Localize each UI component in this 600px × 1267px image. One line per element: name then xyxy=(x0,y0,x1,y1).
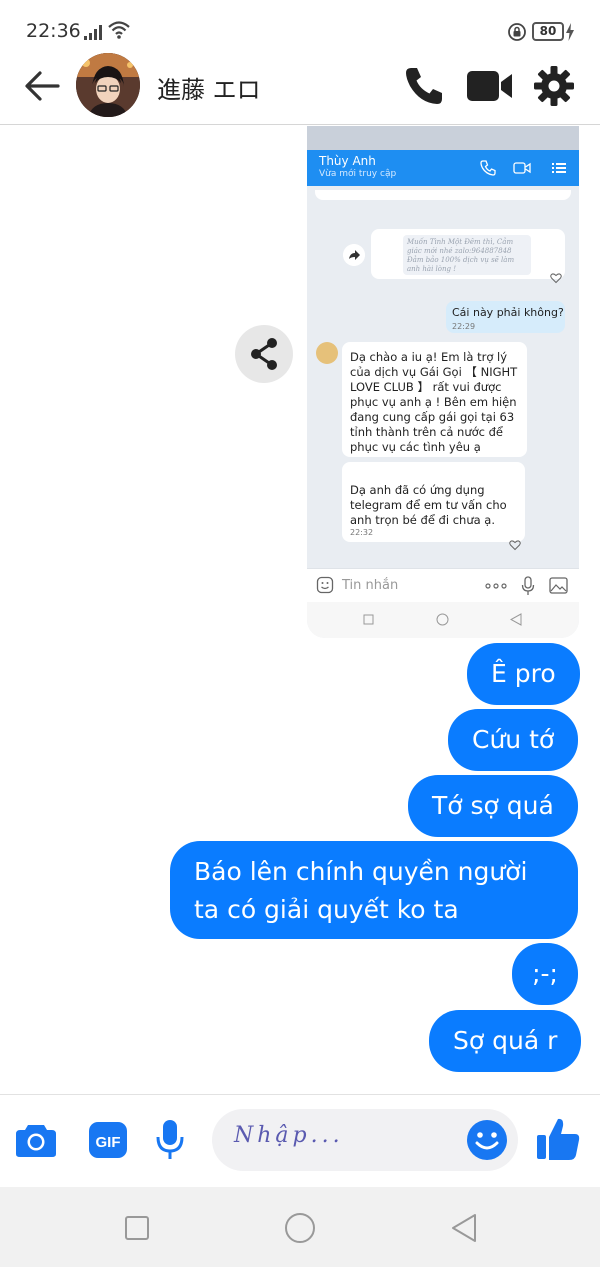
system-nav-bar xyxy=(0,1187,600,1267)
charging-icon xyxy=(566,23,574,41)
screenshot-phone-icon xyxy=(480,160,496,176)
message-bubble[interactable]: Ê pro xyxy=(467,643,580,705)
nav-back-triangle-icon[interactable] xyxy=(450,1213,478,1243)
contact-name[interactable]: 進藤 エロ xyxy=(157,70,261,105)
screenshot-mic-icon xyxy=(521,576,535,595)
status-time: 22:36 xyxy=(26,20,81,42)
forward-icon xyxy=(343,244,365,266)
screenshot-menu-icon xyxy=(552,163,566,173)
signal-icon xyxy=(84,25,102,40)
screenshot-circle-icon xyxy=(436,613,449,626)
shared-screenshot-image[interactable]: Thùy Anh Vừa mới truy cập Muốn Tình Một … xyxy=(307,126,579,638)
forwarded-message-text: Muốn Tình Một Đêm thì, Cảm giác mới nhé … xyxy=(403,235,531,275)
svg-text:GIF: GIF xyxy=(96,1134,121,1151)
contact-avatar[interactable] xyxy=(76,53,140,117)
screenshot-incoming-text: Dạ anh đã có ứng dụng telegram để em tư … xyxy=(350,483,507,527)
screenshot-sticker-icon xyxy=(316,576,334,594)
back-arrow-icon[interactable] xyxy=(22,66,62,106)
phone-icon[interactable] xyxy=(402,64,446,108)
emoji-icon[interactable] xyxy=(466,1119,508,1161)
heart-icon xyxy=(509,540,521,551)
message-input[interactable]: Nhập... xyxy=(212,1109,518,1171)
screenshot-top-strip xyxy=(307,126,579,150)
share-icon xyxy=(251,338,277,370)
screenshot-contact-name: Thùy Anh xyxy=(319,154,376,168)
battery-icon: 80 xyxy=(532,22,564,41)
wifi-icon xyxy=(108,21,130,39)
screenshot-sender-avatar xyxy=(316,342,338,364)
rotation-lock-icon xyxy=(508,23,526,41)
camera-icon[interactable] xyxy=(14,1121,58,1159)
message-bubble[interactable]: Báo lên chính quyền người ta có giải quy… xyxy=(170,841,578,939)
screenshot-square-icon xyxy=(363,614,374,625)
screenshot-input-bar: Tin nhắn xyxy=(307,568,579,602)
recents-square-icon[interactable] xyxy=(124,1215,150,1241)
screenshot-incoming-text: Dạ chào a iu ạ! Em là trợ lý của dịch vụ… xyxy=(350,350,518,454)
screenshot-outgoing-time: 22:29 xyxy=(452,322,476,331)
microphone-icon[interactable] xyxy=(155,1119,185,1161)
gif-icon[interactable]: GIF xyxy=(88,1121,128,1159)
share-button[interactable] xyxy=(235,325,293,383)
screenshot-outgoing-text: Cái này phải không? xyxy=(452,306,564,319)
screenshot-contact-status: Vừa mới truy cập xyxy=(319,169,397,179)
composer-bar: GIF Nhập... xyxy=(0,1094,600,1186)
screenshot-more-icon xyxy=(485,583,507,589)
message-bubble[interactable]: ;-; xyxy=(512,943,578,1005)
screenshot-card xyxy=(315,190,571,200)
screenshot-chat-header: Thùy Anh Vừa mới truy cập xyxy=(307,150,579,186)
home-circle-icon[interactable] xyxy=(284,1212,316,1244)
screenshot-incoming-time: 22:32 xyxy=(350,528,374,537)
video-camera-icon[interactable] xyxy=(466,66,514,106)
screenshot-nav-bar xyxy=(307,602,579,638)
message-input-placeholder: Nhập... xyxy=(234,1123,344,1148)
gear-icon[interactable] xyxy=(532,64,576,108)
screenshot-image-icon xyxy=(549,577,568,594)
message-bubble[interactable]: Tớ sợ quá xyxy=(408,775,578,837)
screenshot-back-icon xyxy=(510,613,522,626)
heart-icon xyxy=(550,273,562,284)
message-bubble[interactable]: Sợ quá r xyxy=(429,1010,582,1072)
thumbs-up-icon[interactable] xyxy=(534,1115,582,1163)
screenshot-input-placeholder: Tin nhắn xyxy=(342,578,399,593)
chat-header: 進藤 エロ xyxy=(0,48,600,125)
screenshot-video-icon xyxy=(513,162,531,174)
message-bubble[interactable]: Cứu tớ xyxy=(448,709,579,771)
